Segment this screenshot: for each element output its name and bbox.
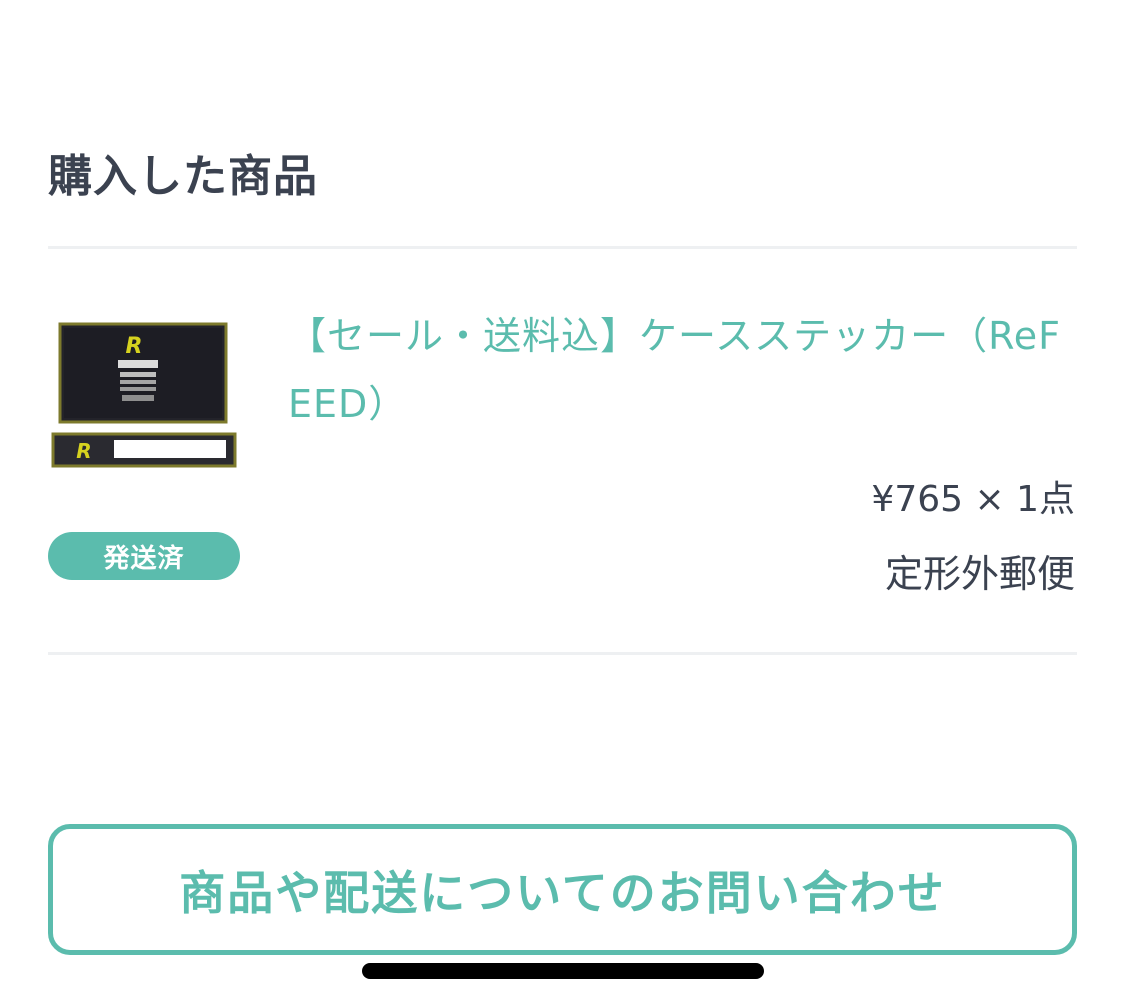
shipping-method: 定形外郵便 (884, 552, 1075, 596)
svg-text:R: R (126, 334, 143, 359)
home-indicator (362, 963, 764, 979)
product-name-link[interactable]: 【セール・送料込】ケースステッカー（ReFEED） (288, 302, 1078, 438)
divider-bottom (48, 652, 1077, 655)
contact-about-item-button[interactable]: 商品や配送についてのお問い合わせ (48, 824, 1077, 955)
svg-text:R: R (76, 439, 91, 463)
product-thumbnail[interactable]: R R (50, 320, 238, 470)
divider-top (48, 246, 1077, 249)
purchased-items-page: 購入した商品 R R 発送済 【セール・送料込】ケースステッカー（ReFEED）… (0, 0, 1125, 1004)
status-badge: 発送済 (48, 532, 240, 580)
section-title: 購入した商品 (48, 151, 318, 202)
price-quantity: ¥765 × 1点 (871, 479, 1075, 520)
